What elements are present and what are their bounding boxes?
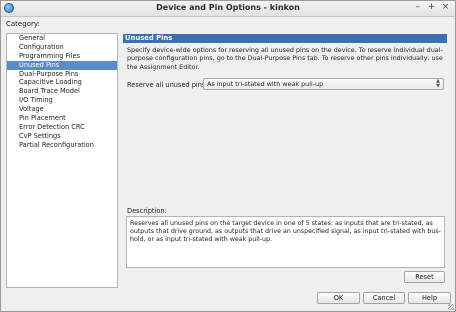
title-bar[interactable]: Device and Pin Options - kinkon – + × bbox=[1, 1, 455, 17]
category-item[interactable]: Board Trace Model bbox=[7, 87, 117, 96]
splitter-handle[interactable] bbox=[120, 33, 122, 288]
category-label: Category: bbox=[6, 20, 40, 28]
category-item[interactable]: Dual-Purpose Pins bbox=[7, 70, 117, 79]
category-item[interactable]: Partial Reconfiguration bbox=[7, 141, 117, 150]
category-item[interactable]: General bbox=[7, 34, 117, 43]
close-icon[interactable]: × bbox=[440, 2, 451, 12]
dialog-window: Device and Pin Options - kinkon – + × Ca… bbox=[0, 0, 456, 312]
description-text: Reserves all unused pins on the target d… bbox=[126, 216, 445, 268]
window-title: Device and Pin Options - kinkon bbox=[156, 3, 300, 12]
reserve-pins-select[interactable]: As input tri-stated with weak pull-up ▲ ▼ bbox=[203, 78, 444, 90]
updown-arrows-icon: ▲ ▼ bbox=[436, 78, 440, 89]
category-tree[interactable]: General Configuration Programming Files Unu… bbox=[6, 33, 118, 288]
reserve-pins-label: Reserve all unused pins: bbox=[127, 81, 208, 89]
minimize-icon[interactable]: – bbox=[412, 2, 423, 12]
maximize-icon[interactable]: + bbox=[426, 2, 437, 12]
panel-heading: Unused Pins bbox=[123, 34, 447, 43]
category-item[interactable]: Configuration bbox=[7, 43, 117, 52]
help-button[interactable]: Help bbox=[408, 292, 451, 304]
category-item[interactable]: Unused Pins bbox=[7, 60, 117, 70]
category-item[interactable]: Capacitive Loading bbox=[7, 78, 117, 87]
category-item[interactable]: Error Detection CRC bbox=[7, 123, 117, 132]
category-item[interactable]: Pin Placement bbox=[7, 114, 117, 123]
resize-grip-icon[interactable] bbox=[448, 304, 454, 310]
reserve-pins-value: As input tri-stated with weak pull-up bbox=[207, 80, 324, 88]
category-item[interactable]: I/O Timing bbox=[7, 96, 117, 105]
cancel-button[interactable]: Cancel bbox=[363, 292, 405, 304]
category-item[interactable]: CvP Settings bbox=[7, 132, 117, 141]
panel-intro-text: Specify device-wide options for reservin… bbox=[127, 46, 443, 71]
description-label: Description: bbox=[127, 207, 167, 215]
ok-button[interactable]: OK bbox=[317, 292, 360, 304]
category-item[interactable]: Programming Files bbox=[7, 52, 117, 61]
category-item[interactable]: Voltage bbox=[7, 105, 117, 114]
window-controls: – + × bbox=[412, 2, 451, 12]
reset-button[interactable]: Reset bbox=[404, 271, 445, 283]
